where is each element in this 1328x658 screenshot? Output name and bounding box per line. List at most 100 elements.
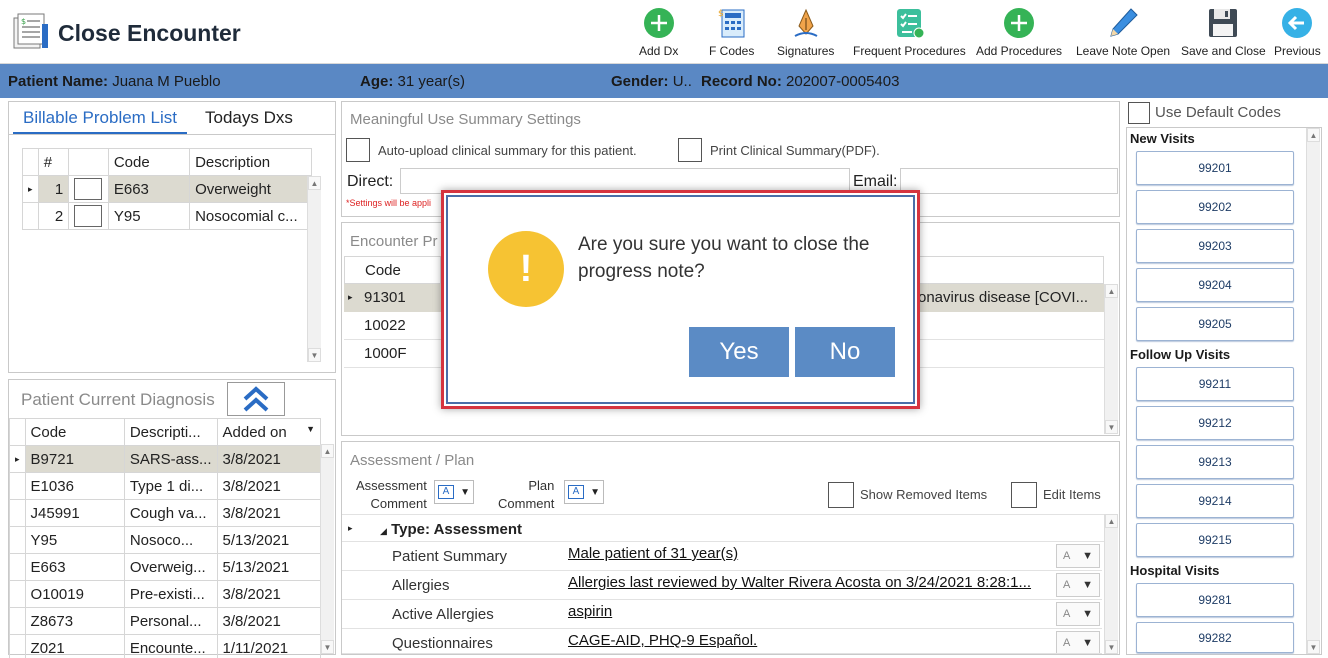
show-removed-checkbox[interactable] [828, 482, 854, 508]
assessment-value-link[interactable]: Allergies last reviewed by Walter Rivera… [568, 574, 1056, 591]
window-title: Close Encounter [58, 20, 241, 46]
code-button-99214[interactable]: 99214 [1136, 484, 1294, 518]
no-button[interactable]: No [795, 327, 895, 377]
edit-items-label: Edit Items [1043, 487, 1101, 502]
scroll-down-icon[interactable]: ▼ [321, 640, 334, 654]
code-button-99202[interactable]: 99202 [1136, 190, 1294, 224]
row-checkbox[interactable] [74, 178, 103, 200]
scrollbar[interactable]: ▲ ▼ [320, 444, 334, 654]
panel-title: Assessment / Plan [350, 452, 475, 469]
row-checkbox[interactable] [74, 205, 103, 227]
table-row[interactable]: 2 Y95 Nosocomial c... [22, 202, 312, 230]
edit-items-checkbox[interactable] [1011, 482, 1037, 508]
assessment-row[interactable]: Questionnaires CAGE-AID, PHQ-9 Español. … [342, 629, 1102, 654]
scroll-up-icon[interactable]: ▲ [308, 176, 321, 190]
column-header: Descripti... [123, 418, 218, 446]
code-button-99282[interactable]: 99282 [1136, 622, 1294, 653]
table-row[interactable]: Z021 Encounte... 1/11/2021 [9, 634, 322, 658]
tab-todays-dxs[interactable]: Todays Dxs [195, 102, 303, 134]
row-format-dropdown[interactable]: A ▼ [1056, 544, 1100, 568]
use-default-codes-checkbox[interactable] [1128, 102, 1150, 124]
code-button-99201[interactable]: 99201 [1136, 151, 1294, 185]
code-button-99204[interactable]: 99204 [1136, 268, 1294, 302]
scroll-up-icon[interactable]: ▲ [1105, 284, 1118, 298]
signatures-label: Signatures [777, 44, 835, 58]
checklist-icon [892, 6, 926, 40]
code-button-99215[interactable]: 99215 [1136, 523, 1294, 557]
previous-button[interactable]: Previous [1274, 6, 1321, 62]
assessment-comment-dropdown[interactable]: A ▼ [434, 480, 474, 504]
table-row[interactable]: Z8673 Personal... 3/8/2021 [9, 607, 322, 635]
text-format-icon: A [568, 485, 585, 499]
scroll-up-icon[interactable]: ▲ [1307, 128, 1320, 142]
add-dx-button[interactable]: Add Dx [639, 6, 678, 62]
collapse-triangle-icon: ◢ [380, 526, 387, 536]
table-row[interactable]: ▸ B9721 SARS-ass... 3/8/2021 [9, 445, 322, 473]
row-format-dropdown[interactable]: A ▼ [1056, 631, 1100, 653]
group-header[interactable]: ▸ ◢ Type: Assessment [342, 514, 1104, 542]
assessment-value-link[interactable]: CAGE-AID, PHQ-9 Español. [568, 632, 1056, 649]
auto-upload-checkbox[interactable] [346, 138, 370, 162]
assessment-value-link[interactable]: aspirin [568, 603, 1056, 620]
assessment-value-link[interactable]: Male patient of 31 year(s) [568, 545, 1056, 562]
assessment-row[interactable]: Active Allergies aspirin A ▼ [342, 600, 1102, 629]
sort-down-icon: ▼ [306, 423, 315, 434]
email-input[interactable] [900, 168, 1118, 194]
leave-note-open-button[interactable]: Leave Note Open [1076, 6, 1170, 62]
signatures-button[interactable]: Signatures [777, 6, 834, 62]
code-button-99205[interactable]: 99205 [1136, 307, 1294, 341]
document-icon: $ [12, 12, 52, 52]
double-chevron-up-icon [243, 386, 269, 412]
scroll-down-icon[interactable]: ▼ [308, 348, 321, 362]
patient-name-label: Patient Name: [8, 73, 109, 90]
table-row[interactable]: Y95 Nosoco... 5/13/2021 [9, 526, 322, 554]
scrollbar[interactable]: ▲ ▼ [307, 176, 321, 362]
frequent-procedures-button[interactable]: Frequent Procedures [853, 6, 966, 62]
scrollbar[interactable]: ▲ ▼ [1104, 514, 1118, 654]
plus-circle-icon [642, 6, 676, 40]
scroll-down-icon[interactable]: ▼ [1105, 640, 1118, 654]
code-button-99212[interactable]: 99212 [1136, 406, 1294, 440]
column-header: # [37, 148, 70, 176]
text-format-icon: A [438, 485, 455, 499]
table-row[interactable]: ▸ 1 E663 Overweight [22, 175, 312, 203]
column-header: Code [365, 262, 401, 279]
scroll-up-icon[interactable]: ▲ [1105, 514, 1118, 528]
scrollbar[interactable]: ▲ ▼ [1104, 284, 1118, 434]
text-format-icon: A [1062, 637, 1071, 649]
scrollbar[interactable]: ▲ ▼ [1306, 128, 1320, 654]
pen-nib-icon [789, 6, 823, 40]
print-summary-checkbox[interactable] [678, 138, 702, 162]
code-button-99213[interactable]: 99213 [1136, 445, 1294, 479]
direct-label: Direct: [347, 173, 394, 190]
save-and-close-label: Save and Close [1181, 44, 1266, 58]
add-procedures-button[interactable]: Add Procedures [976, 6, 1062, 62]
tab-billable-problem-list[interactable]: Billable Problem List [13, 102, 188, 134]
scroll-down-icon[interactable]: ▼ [1105, 420, 1118, 434]
confirm-close-dialog: ! Are you sure you want to close the pro… [441, 190, 920, 409]
f-codes-button[interactable]: $ F Codes [709, 6, 754, 62]
row-format-dropdown[interactable]: A ▼ [1056, 602, 1100, 626]
yes-button[interactable]: Yes [689, 327, 789, 377]
column-header-sortable[interactable]: Added on ▼ [216, 418, 322, 446]
collapse-button[interactable] [227, 382, 285, 416]
assessment-row[interactable]: Patient Summary Male patient of 31 year(… [342, 542, 1102, 571]
assessment-row[interactable]: Allergies Allergies last reviewed by Wal… [342, 571, 1102, 600]
plan-comment-dropdown[interactable]: A ▼ [564, 480, 604, 504]
table-row[interactable]: E663 Overweig... 5/13/2021 [9, 553, 322, 581]
code-button-99211[interactable]: 99211 [1136, 367, 1294, 401]
code-button-99281[interactable]: 99281 [1136, 583, 1294, 617]
patient-info-bar: Patient Name: Juana M Pueblo Age: 31 yea… [0, 64, 1328, 98]
row-format-dropdown[interactable]: A ▼ [1056, 573, 1100, 597]
table-row[interactable]: J45991 Cough va... 3/8/2021 [9, 499, 322, 527]
scroll-up-icon[interactable]: ▲ [321, 444, 334, 458]
patient-gender: U.. [672, 73, 692, 90]
scroll-down-icon[interactable]: ▼ [1307, 640, 1320, 654]
table-row[interactable]: E1036 Type 1 di... 3/8/2021 [9, 472, 322, 500]
table-row[interactable]: O10019 Pre-existi... 3/8/2021 [9, 580, 322, 608]
dialog-body: ! Are you sure you want to close the pro… [446, 195, 915, 404]
code-button-99203[interactable]: 99203 [1136, 229, 1294, 263]
panel-title: Patient Current Diagnosis [21, 390, 215, 409]
plus-circle-icon [1002, 6, 1036, 40]
save-and-close-button[interactable]: Save and Close [1181, 6, 1266, 62]
